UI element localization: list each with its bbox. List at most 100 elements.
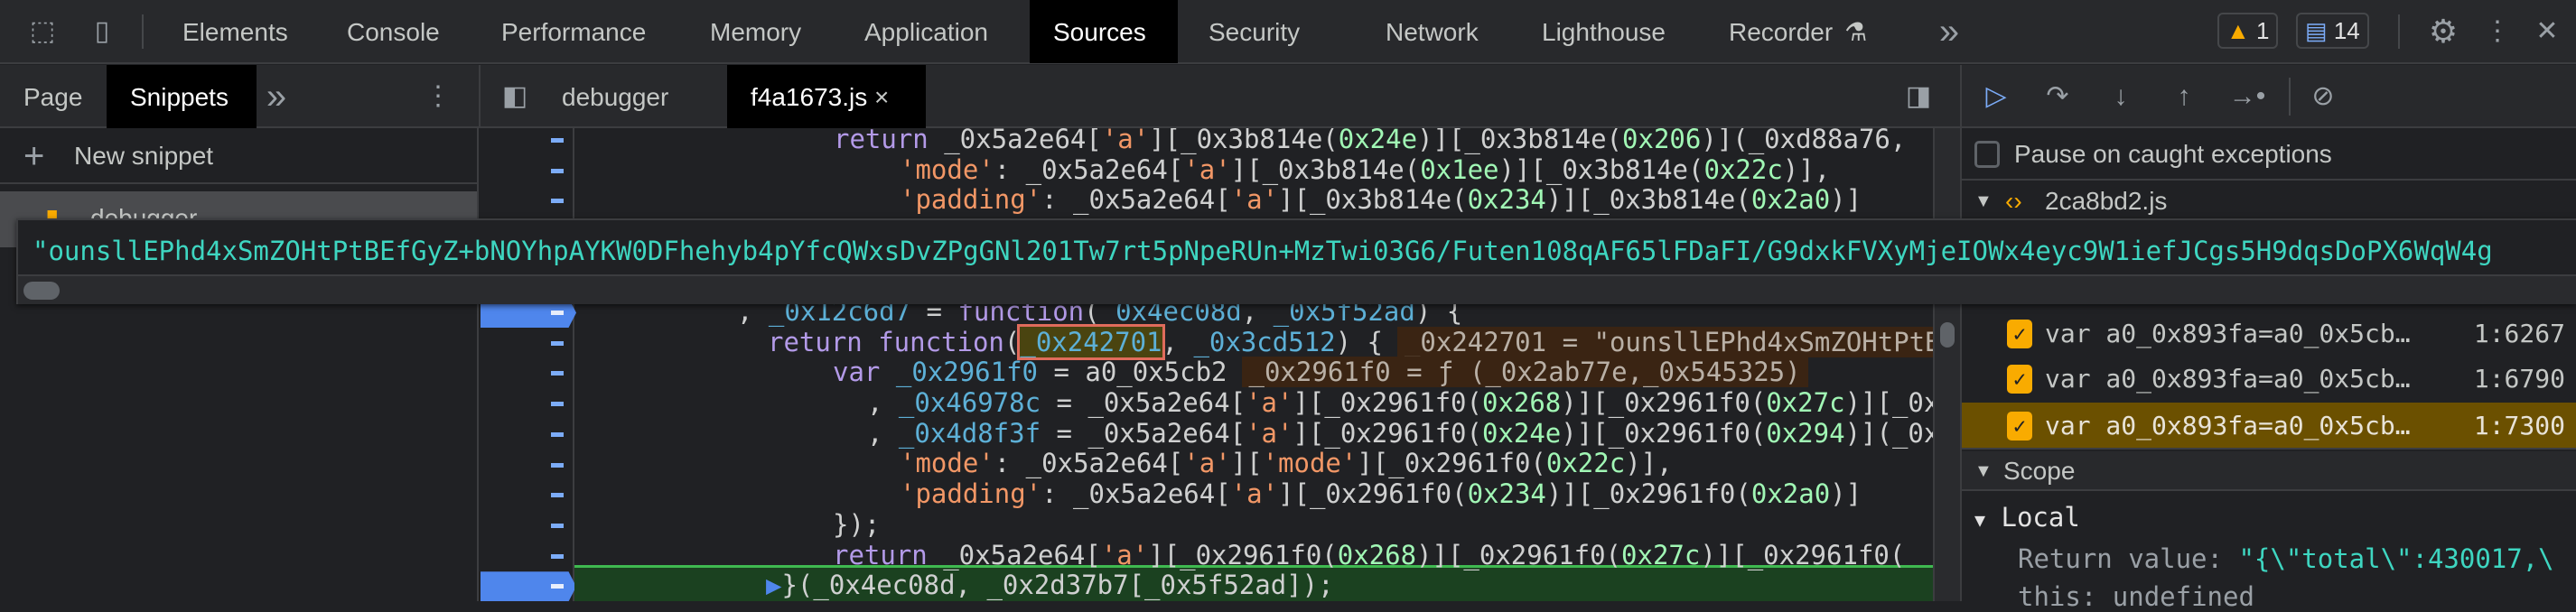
code-token: 'mode' [1262, 448, 1358, 479]
popover-scrollbar[interactable] [18, 274, 2576, 304]
step-icon[interactable]: →• [2227, 65, 2267, 128]
tab-debugger[interactable]: debugger [538, 65, 692, 128]
breakpoint-code: var a0_0x893fa=a0_0x5cb… [2045, 364, 2411, 394]
more-tabs-icon[interactable]: » [260, 65, 293, 128]
breakpoint-location: 1:6267 [2473, 319, 2565, 348]
tab-lighthouse[interactable]: Lighthouse [1518, 0, 1689, 63]
code-editor[interactable]: return _0x5a2e64['a'][_0x3b814e(0x24e)][… [481, 128, 1933, 601]
property-value: "{\"total\":430017,\ [2238, 543, 2554, 574]
code-token: return function [768, 326, 1004, 357]
warning-icon: ▲ [2226, 17, 2250, 44]
code-token: return [834, 128, 929, 154]
code-token: ) { [1335, 326, 1383, 357]
code-token: ][_0x2961f0( [1293, 387, 1482, 419]
deactivate-breakpoints-icon[interactable]: ⊘ [2303, 65, 2343, 128]
tab-network[interactable]: Network [1362, 0, 1502, 63]
tab-security[interactable]: Security [1185, 0, 1323, 63]
local-scope[interactable]: ▼ Local [1974, 502, 2080, 533]
checkbox-checked-icon[interactable]: ✓ [2007, 412, 2032, 440]
device-toolbar-icon[interactable]: ▯ [79, 0, 125, 63]
code-token: ( [1003, 326, 1021, 357]
more-options-icon[interactable]: ⋮ [425, 65, 452, 128]
step-into-icon[interactable]: ↓ [2101, 65, 2141, 128]
this-row[interactable]: this: undefined [2018, 581, 2254, 612]
close-tab-icon[interactable]: × [874, 83, 889, 111]
breakpoint-item-active[interactable]: ✓ var a0_0x893fa=a0_0x5cb… 1:7300 [1962, 403, 2576, 450]
code-token: }); [833, 508, 881, 540]
code-token: 'padding' [900, 184, 1042, 216]
code-line: 'mode': _0x5a2e64['a'][_0x3b814e(0x1ee)]… [481, 153, 1933, 186]
code-token: 0x294 [1766, 417, 1845, 449]
code-token: : _0x5a2e64[ [1041, 184, 1231, 216]
navigator-panel: + New snippet ▮ debugger [0, 128, 479, 601]
tab-elements[interactable]: Elements [159, 0, 312, 63]
code-token: 0x24e [1338, 128, 1418, 154]
gear-icon[interactable]: ⚙ [2421, 0, 2466, 63]
tab-performance[interactable]: Performance [478, 0, 669, 63]
tab-snippets[interactable]: Snippets [107, 65, 257, 128]
more-options-icon[interactable]: ⋮ [2484, 0, 2511, 63]
checkbox-checked-icon[interactable]: ✓ [2007, 365, 2032, 394]
value-popover[interactable]: "ounsllEPhd4xSmZOHtPtBEfGyZ+bNOYhpAYKW0D… [16, 218, 2576, 304]
pause-caught-label: Pause on caught exceptions [2014, 140, 2332, 168]
code-token: _0x4d8f3f [898, 417, 1041, 449]
code-token: = _0x5a2e64[ [1041, 387, 1246, 419]
pause-caught-exceptions[interactable]: Pause on caught exceptions [1962, 128, 2576, 181]
property-name: Return value: [2018, 543, 2223, 574]
more-tabs-icon[interactable]: » [1931, 0, 1967, 63]
tab-application[interactable]: Application [841, 0, 1012, 63]
code-token: )](_0xd88a76, [1701, 128, 1907, 154]
scrollbar-thumb[interactable] [23, 282, 60, 300]
warnings-badge[interactable]: ▲ 1 [2217, 13, 2279, 49]
checkbox-checked-icon[interactable]: ✓ [2007, 320, 2032, 348]
breakpoint-code: var a0_0x893fa=a0_0x5cb… [2045, 411, 2411, 440]
messages-badge[interactable]: ▤ 14 [2296, 13, 2369, 49]
tab-recorder[interactable]: Recorder ⚗ [1705, 0, 1887, 63]
tab-memory[interactable]: Memory [686, 0, 825, 63]
code-token: _0x2961f0 [895, 357, 1038, 388]
code-token: ][_0x3b814e( [1230, 153, 1421, 185]
step-over-icon[interactable]: ↷ [2038, 65, 2077, 128]
code-token: 0x22c [1703, 153, 1783, 185]
code-line: 'padding': _0x5a2e64['a'][_0x3b814e(0x23… [481, 185, 1933, 216]
breakpoint-item[interactable]: ✓ var a0_0x893fa=a0_0x5cb… 1:6267 [1962, 312, 2576, 356]
execution-marker-icon[interactable]: ▶ [766, 570, 781, 600]
message-icon: ▤ [2305, 17, 2328, 44]
code-token: ][ [1230, 448, 1263, 479]
code-token: 0x234 [1467, 184, 1546, 216]
divider [142, 14, 144, 49]
expand-arrow-icon: ▼ [1974, 461, 1993, 481]
inspect-element-icon[interactable]: ⬚ [20, 0, 65, 63]
code-token: ][_0x3b814e( [1149, 128, 1339, 154]
editor-scrollbar[interactable] [1933, 128, 1960, 601]
code-token: 'a' [1101, 128, 1150, 154]
tab-label: f4a1673.js [751, 83, 868, 111]
code-token: 0x206 [1622, 128, 1702, 154]
checkbox[interactable] [1974, 141, 2000, 168]
step-out-icon[interactable]: ↑ [2164, 65, 2204, 128]
toggle-debugger-icon[interactable]: ◨ [1900, 65, 1937, 128]
breakpoint-code: var a0_0x893fa=a0_0x5cb… [2045, 319, 2411, 348]
code-token: 0x22c [1545, 448, 1626, 479]
code-token: _0x3cd512 [1193, 326, 1336, 357]
new-snippet-button[interactable]: + New snippet [0, 128, 477, 184]
scope-header[interactable]: ▼ Scope [1962, 451, 2576, 491]
breakpoint-item[interactable]: ✓ var a0_0x893fa=a0_0x5cb… 1:6790 [1962, 356, 2576, 403]
tab-f4a1673[interactable]: f4a1673.js × [727, 65, 926, 128]
code-token: ][_0x2961f0( [1278, 478, 1468, 510]
plus-icon: + [23, 136, 45, 176]
scrollbar-thumb[interactable] [1940, 322, 1955, 348]
tab-console[interactable]: Console [323, 0, 463, 63]
tab-sources[interactable]: Sources [1030, 0, 1178, 63]
resume-icon[interactable]: ▷ [1976, 65, 2016, 128]
tab-page[interactable]: Page [0, 65, 106, 128]
inline-value: _0x242701 = "ounsllEPhd4xSmZOHtPtBEfGyZ+… [1396, 326, 1933, 357]
code-line: ▶}(_0x4ec08d, _0x2d37b7[_0x5f52ad]); [481, 570, 1933, 601]
breakpoint-file-row[interactable]: ▼ ‹› 2ca8bd2.js [1962, 182, 2576, 220]
close-icon[interactable]: ✕ [2529, 0, 2565, 63]
return-value-row[interactable]: Return value: "{\"total\":430017,\ [2018, 543, 2554, 574]
toggle-navigator-icon[interactable]: ◧ [497, 65, 533, 128]
code-token: , [867, 387, 899, 419]
hovered-variable[interactable]: _0x242701 [1017, 323, 1165, 360]
code-token: 'a' [1246, 387, 1293, 419]
